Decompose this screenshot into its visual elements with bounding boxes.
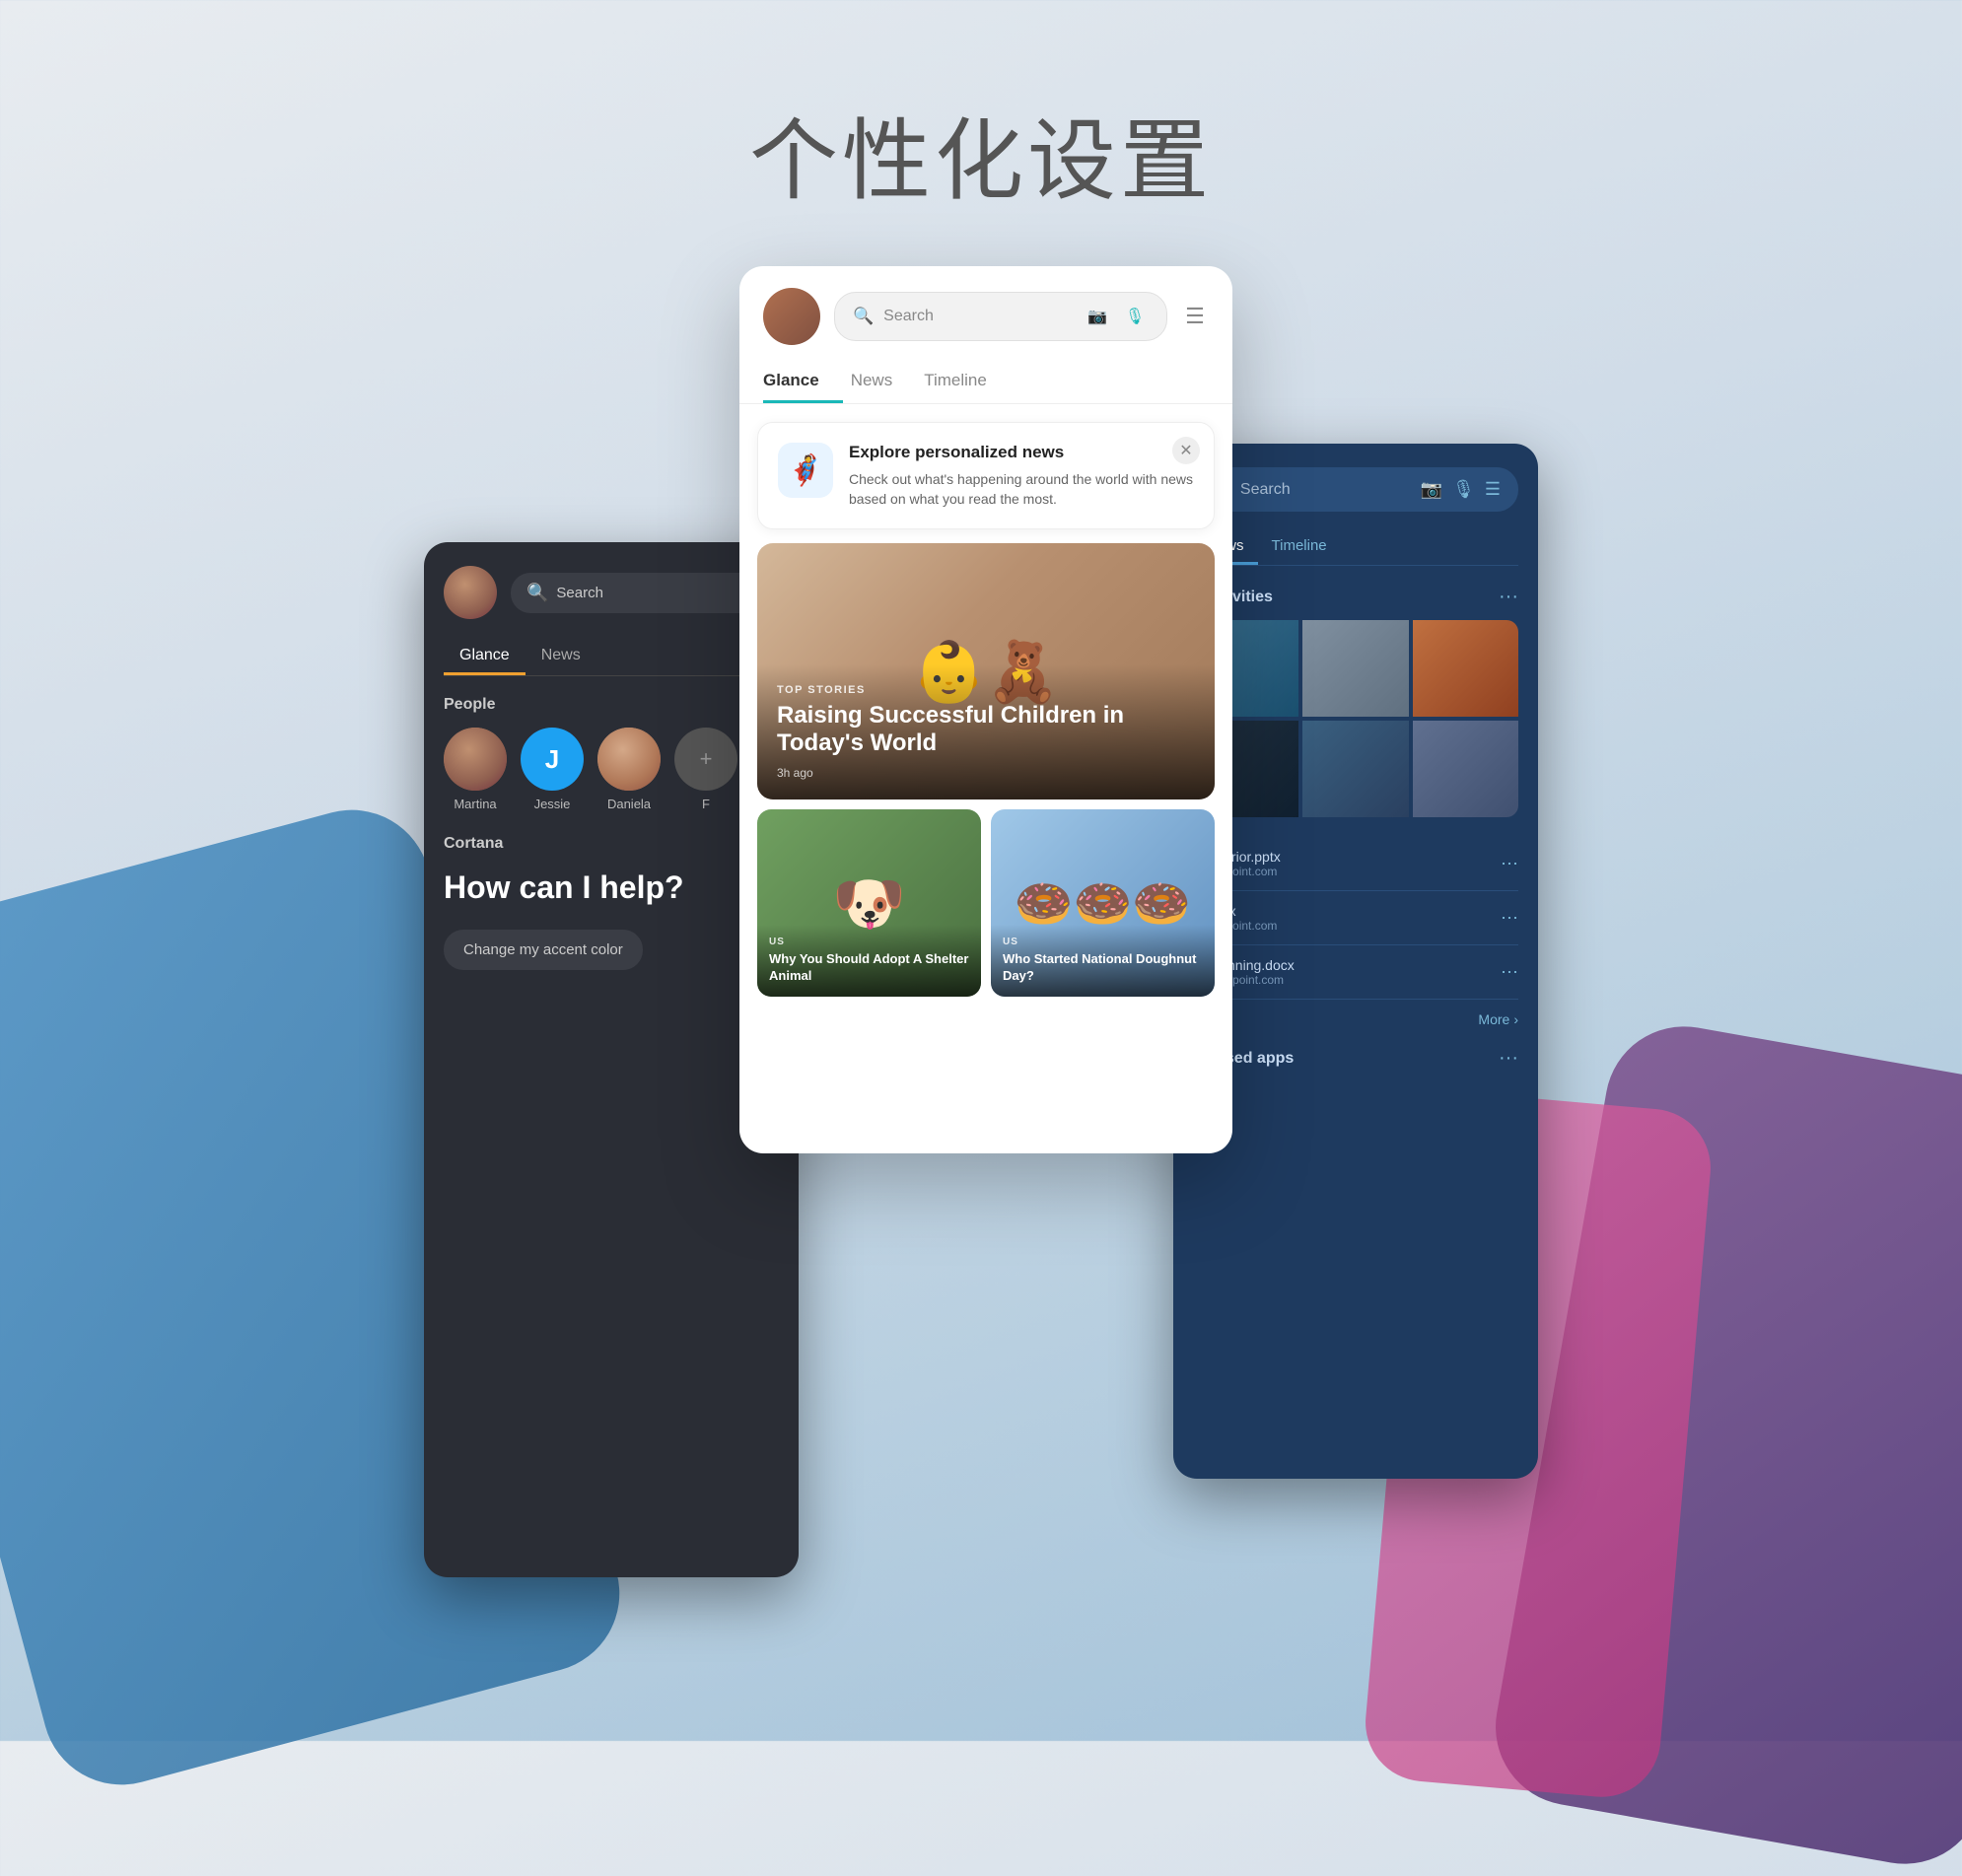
avatar-f: +	[674, 728, 737, 791]
main-tab-timeline[interactable]: Timeline	[924, 361, 1011, 403]
blue-search-bar[interactable]: 🔍 Search 📷 🎙 ☰	[1193, 467, 1518, 512]
cortana-question: How can I help?	[444, 869, 779, 906]
promo-title: Explore personalized news	[849, 443, 1194, 462]
main-search-bar[interactable]: 🔍 Search 📷 🎙	[834, 292, 1167, 341]
people-row: Martina J Jessie Daniela + F	[444, 728, 779, 811]
dark-card-header: 🔍 Search	[444, 566, 779, 619]
activities-more-button[interactable]: ···	[1499, 586, 1518, 608]
photo-grid	[1193, 620, 1518, 817]
cortana-accent-button[interactable]: Change my accent color	[444, 930, 643, 970]
file-item-2[interactable]: ng.xlsx .sharepoint.com ⋯	[1193, 891, 1518, 945]
avatar-jessie: J	[521, 728, 584, 791]
cortana-section: Cortana How can I help? Change my accent…	[444, 835, 779, 970]
used-apps-more-button[interactable]: ···	[1499, 1047, 1518, 1070]
main-tabs: Glance News Timeline	[739, 361, 1232, 404]
person-martina[interactable]: Martina	[444, 728, 507, 811]
people-section-label: People	[444, 696, 779, 714]
avatar-image-dark	[444, 566, 497, 619]
small-news-pet-tag: US	[769, 937, 969, 947]
promo-icon: 🦸	[778, 443, 833, 498]
person-jessie[interactable]: J Jessie	[521, 728, 584, 811]
person-name-martina: Martina	[454, 797, 496, 811]
promo-close-button[interactable]: ✕	[1172, 437, 1200, 464]
person-name-jessie: Jessie	[534, 797, 571, 811]
activities-header: Actitivities ···	[1193, 586, 1518, 608]
photo-cell-2	[1302, 620, 1408, 717]
avatar-daniela	[597, 728, 661, 791]
hero-news-card[interactable]: 👶🧸 TOP STORIES Raising Successful Childr…	[757, 543, 1215, 799]
promo-card: 🦸 Explore personalized news Check out wh…	[757, 422, 1215, 529]
person-daniela[interactable]: Daniela	[597, 728, 661, 811]
person-f[interactable]: + F	[674, 728, 737, 811]
dark-search-placeholder: Search	[556, 585, 603, 601]
camera-icon-blue[interactable]: 📷	[1421, 479, 1442, 500]
file-more-1[interactable]: ⋯	[1501, 854, 1518, 874]
blue-search-text: Search	[1240, 481, 1411, 499]
dark-tab-news[interactable]: News	[526, 639, 596, 675]
photo-cell-6	[1413, 721, 1518, 817]
search-icon-main: 🔍	[853, 307, 874, 326]
photo-cell-5	[1302, 721, 1408, 817]
promo-description: Check out what's happening around the wo…	[849, 470, 1194, 509]
mic-icon[interactable]: 🎙	[1121, 303, 1149, 330]
hero-news-time: 3h ago	[777, 766, 1195, 780]
hero-news-overlay: TOP STORIES Raising Successful Children …	[757, 664, 1215, 800]
search-icon-dark: 🔍	[526, 583, 548, 603]
file-more-3[interactable]: ⋯	[1501, 962, 1518, 983]
person-name-f: F	[702, 797, 710, 811]
activities-section: Actitivities ···	[1193, 586, 1518, 817]
used-apps-section: Focised apps ···	[1193, 1047, 1518, 1070]
hero-news-tag: TOP STORIES	[777, 684, 1195, 696]
camera-icon[interactable]: 📷	[1084, 303, 1111, 330]
blue-tabs: News Timeline	[1193, 529, 1518, 566]
file-more-2[interactable]: ⋯	[1501, 908, 1518, 929]
more-label: More	[1478, 1011, 1509, 1027]
small-news-donut[interactable]: 🍩🍩🍩 US Who Started National Doughnut Day…	[991, 809, 1215, 997]
small-news-donut-overlay: US Who Started National Doughnut Day?	[991, 925, 1215, 997]
file-item-3[interactable]: s_Planning.docx o.sharepoint.com ⋯	[1193, 945, 1518, 1000]
small-news-donut-tag: US	[1003, 937, 1203, 947]
chevron-right-icon: ›	[1513, 1011, 1518, 1027]
main-card: 🔍 Search 📷 🎙 ☰ Glance News Timeline 🦸 Ex…	[739, 266, 1232, 1153]
file-list: o_Interior.pptx .sharepoint.com ⋯ ng.xls…	[1193, 837, 1518, 1027]
small-news-donut-title: Who Started National Doughnut Day?	[1003, 951, 1203, 985]
main-tab-glance[interactable]: Glance	[763, 361, 843, 403]
promo-text: Explore personalized news Check out what…	[849, 443, 1194, 509]
main-card-header: 🔍 Search 📷 🎙 ☰	[739, 266, 1232, 361]
dark-tab-glance[interactable]: Glance	[444, 639, 526, 675]
small-news-pet-overlay: US Why You Should Adopt A Shelter Animal	[757, 925, 981, 997]
avatar-dark	[444, 566, 497, 619]
photo-cell-3	[1413, 620, 1518, 717]
page-title: 个性化设置	[0, 0, 1962, 217]
donut-icon: 🍩🍩🍩	[1015, 875, 1191, 932]
main-search-text: Search	[883, 308, 1074, 325]
small-news-pet[interactable]: 🐶 US Why You Should Adopt A Shelter Anim…	[757, 809, 981, 997]
settings-icon-blue[interactable]: ☰	[1485, 479, 1501, 500]
mic-icon-blue[interactable]: 🎙	[1452, 479, 1475, 500]
file-item-1[interactable]: o_Interior.pptx .sharepoint.com ⋯	[1193, 837, 1518, 891]
settings-icon[interactable]: ☰	[1181, 303, 1209, 330]
cortana-label: Cortana	[444, 835, 779, 853]
blue-tab-timeline[interactable]: Timeline	[1258, 529, 1341, 565]
small-news-row: 🐶 US Why You Should Adopt A Shelter Anim…	[757, 809, 1215, 997]
main-tab-news[interactable]: News	[851, 361, 917, 403]
person-name-daniela: Daniela	[607, 797, 651, 811]
more-link[interactable]: More ›	[1193, 1011, 1518, 1027]
avatar-main	[763, 288, 820, 345]
dark-tabs: Glance News	[444, 639, 779, 676]
small-news-pet-title: Why You Should Adopt A Shelter Animal	[769, 951, 969, 985]
hero-news-title: Raising Successful Children in Today's W…	[777, 702, 1195, 759]
cards-wrapper: 🔍 Search Glance News People Martina J Je…	[0, 266, 1962, 1301]
avatar-martina	[444, 728, 507, 791]
used-apps-header: Focised apps ···	[1193, 1047, 1518, 1070]
